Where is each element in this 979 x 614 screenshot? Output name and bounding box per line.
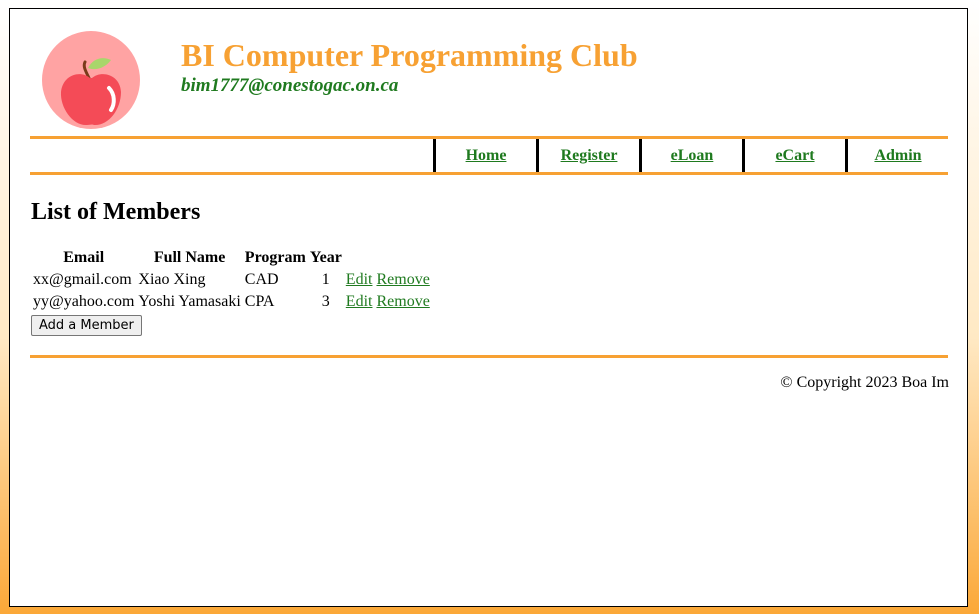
column-header-actions xyxy=(344,247,432,269)
cell-email: xx@gmail.com xyxy=(33,271,132,288)
column-header-email: Email xyxy=(63,249,105,266)
page-title: List of Members xyxy=(31,199,201,225)
copyright-text: © Copyright 2023 Boa Im xyxy=(780,374,949,391)
main-nav: Home Register eLoan eCart Admin xyxy=(30,136,948,175)
site-title: BI Computer Programming Club xyxy=(181,37,638,73)
edit-link[interactable]: Edit xyxy=(346,271,373,288)
cell-full-name: Xiao Xing xyxy=(138,271,206,288)
column-header-full-name: Full Name xyxy=(153,249,226,266)
nav-item-ecart[interactable]: eCart xyxy=(742,139,845,172)
table-row: xx@gmail.com Xiao Xing CAD 1 Edit Remove xyxy=(31,269,432,291)
remove-link[interactable]: Remove xyxy=(376,271,429,288)
cell-year: 1 xyxy=(321,271,330,288)
nav-item-eloan[interactable]: eLoan xyxy=(639,139,742,172)
add-member-button[interactable]: Add a Member xyxy=(31,315,142,336)
table-header-row: Email Full Name Program Year xyxy=(31,247,432,269)
cell-actions: Edit Remove xyxy=(344,269,432,291)
cell-program: CAD xyxy=(244,271,279,288)
remove-link[interactable]: Remove xyxy=(376,293,429,310)
members-table: Email Full Name Program Year xx@gmail.co… xyxy=(31,247,432,313)
column-header-program: Program xyxy=(244,249,306,266)
footer-divider xyxy=(30,355,948,358)
table-row: yy@yahoo.com Yoshi Yamasaki CPA 3 Edit R… xyxy=(31,291,432,313)
apple-icon xyxy=(41,30,141,130)
cell-email: yy@yahoo.com xyxy=(33,293,135,310)
nav-item-register[interactable]: Register xyxy=(536,139,639,172)
cell-full-name: Yoshi Yamasaki xyxy=(138,293,241,310)
cell-actions: Edit Remove xyxy=(344,291,432,313)
nav-item-home[interactable]: Home xyxy=(433,139,536,172)
column-header-year: Year xyxy=(309,249,342,266)
edit-link[interactable]: Edit xyxy=(346,293,373,310)
site-email: bim1777@conestogac.on.ca xyxy=(181,75,399,96)
page-container: BI Computer Programming Club bim1777@con… xyxy=(9,8,968,607)
nav-item-admin[interactable]: Admin xyxy=(845,139,948,172)
cell-program: CPA xyxy=(244,293,275,310)
cell-year: 3 xyxy=(321,293,330,310)
